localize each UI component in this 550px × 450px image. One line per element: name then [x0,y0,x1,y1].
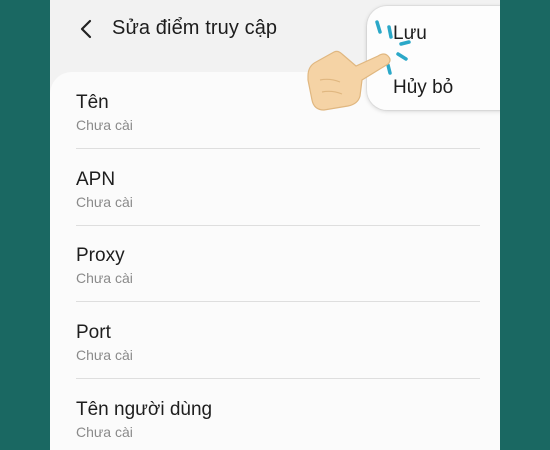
cancel-menu-item[interactable]: Hủy bỏ [393,77,453,99]
phone-screen: Sửa điểm truy cập Tên Chưa cài APN Chưa … [50,0,500,450]
setting-item-proxy[interactable]: Proxy Chưa cài [76,225,480,302]
setting-item-apn[interactable]: APN Chưa cài [76,149,480,226]
arrow-left-icon [80,19,92,39]
page-title: Sửa điểm truy cập [112,17,278,39]
pointing-hand-icon [307,50,391,111]
setting-item-port[interactable]: Port Chưa cài [76,302,480,379]
setting-item-value: Chưa cài [76,270,133,286]
setting-item-value: Chưa cài [76,117,133,133]
setting-item-username[interactable]: Tên người dùng Chưa cài [76,379,480,450]
setting-item-label: APN [76,169,116,190]
setting-item-label: Proxy [76,245,125,266]
setting-item-value: Chưa cài [76,194,133,210]
setting-item-label: Port [76,322,111,343]
setting-item-label: Tên [76,92,109,113]
settings-list: Tên Chưa cài APN Chưa cài Proxy Chưa cài… [50,72,500,450]
back-button[interactable] [74,16,98,42]
setting-item-value: Chưa cài [76,424,133,440]
setting-item-value: Chưa cài [76,347,133,363]
setting-item-label: Tên người dùng [76,399,213,420]
